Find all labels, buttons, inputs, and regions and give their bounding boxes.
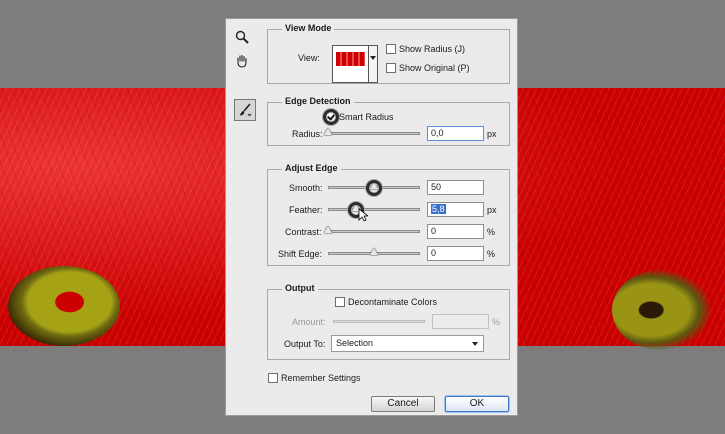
right-eye <box>612 270 710 350</box>
shift-edge-unit: % <box>487 249 496 259</box>
view-mode-group: View Mode View: Show Radius (J) Show Ori… <box>267 23 510 84</box>
hand-tool[interactable] <box>232 51 252 71</box>
refine-edge-dialog: View Mode View: Show Radius (J) Show Ori… <box>225 18 518 416</box>
contrast-label: Contrast: <box>285 227 322 237</box>
radius-label: Radius: <box>292 129 323 139</box>
ok-button[interactable]: OK <box>445 396 509 412</box>
refine-radius-tool[interactable] <box>234 99 256 121</box>
zoom-icon <box>235 30 249 44</box>
smooth-label: Smooth: <box>289 183 323 193</box>
amount-slider <box>333 318 425 326</box>
radius-slider[interactable] <box>324 128 420 138</box>
feather-value: 5,8 <box>431 204 446 214</box>
smooth-highlight-ring <box>366 180 382 196</box>
edge-detection-group: Edge Detection Smart Radius Radius: 0,0 … <box>267 96 510 146</box>
view-mode-title: View Mode <box>282 23 335 33</box>
contrast-slider[interactable] <box>324 226 420 236</box>
radius-slider-thumb[interactable] <box>324 128 332 135</box>
cancel-button[interactable]: Cancel <box>371 396 435 412</box>
radius-slider-track <box>328 132 420 135</box>
output-group: Output Decontaminate Colors Amount: % Ou… <box>267 283 510 360</box>
refine-brush-icon <box>239 103 252 117</box>
contrast-value: 0 <box>431 226 437 236</box>
smart-radius-label: Smart Radius <box>339 112 394 122</box>
amount-slider-track <box>333 320 425 323</box>
left-eye <box>8 266 120 346</box>
contrast-unit: % <box>487 227 496 237</box>
smooth-value: 50 <box>431 182 442 192</box>
shift-edge-value: 0 <box>431 248 437 258</box>
output-title: Output <box>282 283 318 293</box>
chevron-down-icon <box>472 342 478 346</box>
output-to-value: Selection <box>336 338 374 348</box>
adjust-edge-group: Adjust Edge Smooth: 50 Feather: 5,8 px C… <box>267 163 510 266</box>
radius-unit: px <box>487 129 497 139</box>
hand-icon <box>237 54 247 68</box>
show-original-checkbox[interactable] <box>386 63 396 73</box>
feather-slider-track <box>328 208 420 211</box>
output-to-label: Output To: <box>284 339 326 349</box>
contrast-slider-track <box>328 230 420 233</box>
decontaminate-checkbox[interactable] <box>335 297 345 307</box>
adjust-edge-title: Adjust Edge <box>282 163 341 173</box>
tool-column <box>232 27 260 75</box>
view-preview-image <box>336 52 365 66</box>
feather-label: Feather: <box>289 205 323 215</box>
feather-input[interactable]: 5,8 <box>427 202 484 217</box>
feather-unit: px <box>487 205 497 215</box>
view-mode-thumbnail[interactable] <box>332 45 369 83</box>
amount-unit: % <box>492 317 501 327</box>
remember-settings-checkbox[interactable] <box>268 373 278 383</box>
shift-edge-label: Shift Edge: <box>278 249 323 259</box>
remember-settings-label: Remember Settings <box>281 373 361 383</box>
smooth-input[interactable]: 50 <box>427 180 484 195</box>
decontaminate-label: Decontaminate Colors <box>348 297 438 307</box>
radius-value: 0,0 <box>431 128 444 138</box>
contrast-input[interactable]: 0 <box>427 224 484 239</box>
show-original-label: Show Original (P) <box>399 63 470 73</box>
contrast-slider-thumb[interactable] <box>324 226 332 233</box>
view-mode-dropdown[interactable] <box>369 45 378 83</box>
zoom-tool[interactable] <box>232 27 252 47</box>
show-radius-checkbox[interactable] <box>386 44 396 54</box>
mouse-cursor-icon <box>358 208 368 222</box>
radius-input[interactable]: 0,0 <box>427 126 484 141</box>
smooth-slider[interactable] <box>328 180 420 196</box>
edge-detection-title: Edge Detection <box>282 96 354 106</box>
view-label: View: <box>298 53 320 63</box>
click-highlight-ring <box>323 109 339 125</box>
show-radius-label: Show Radius (J) <box>399 44 466 54</box>
feather-slider[interactable] <box>328 202 420 218</box>
amount-input <box>432 314 489 329</box>
shift-edge-slider-thumb[interactable] <box>370 248 378 255</box>
output-to-select[interactable]: Selection <box>331 335 484 352</box>
amount-label: Amount: <box>292 317 326 327</box>
shift-edge-slider[interactable] <box>328 248 420 258</box>
shift-edge-input[interactable]: 0 <box>427 246 484 261</box>
